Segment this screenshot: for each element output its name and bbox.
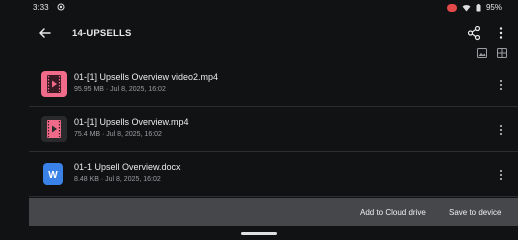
more-options-icon[interactable]	[495, 25, 507, 41]
word-doc-icon: W	[43, 163, 63, 185]
file-name: 01-[1] Upsells Overview video2.mp4	[74, 72, 219, 82]
status-indicators: 95%	[446, 3, 502, 12]
file-row[interactable]: W 01-1 Upsell Overview.docx 8.48 KB · Ju…	[29, 152, 518, 197]
file-row[interactable]: 01-[1] Upsells Overview video2.mp4 95.95…	[29, 62, 518, 107]
add-to-cloud-drive-button[interactable]: Add to Cloud drive	[360, 208, 426, 217]
file-row[interactable]: 01-[1] Upsells Overview.mp4 75.4 MB · Ju…	[29, 107, 518, 152]
file-meta: 95.95 MB · Jul 8, 2025, 16:02	[74, 86, 166, 93]
app-header: 14-UPSELLS	[0, 20, 518, 46]
wifi-icon	[462, 4, 471, 11]
grid-view-icon[interactable]	[497, 48, 507, 58]
back-arrow-icon[interactable]	[37, 25, 53, 41]
view-toggle	[477, 48, 507, 58]
video-file-icon	[41, 71, 67, 97]
more-options-icon[interactable]	[497, 168, 505, 182]
file-list: 01-[1] Upsells Overview video2.mp4 95.95…	[29, 62, 518, 197]
location-icon	[57, 3, 65, 11]
svg-text:W: W	[48, 170, 58, 181]
more-options-icon[interactable]	[497, 78, 505, 92]
status-bar: 3:33 95%	[0, 0, 518, 16]
recording-icon	[446, 3, 457, 12]
folder-title: 14-UPSELLS	[72, 28, 132, 39]
image-view-icon[interactable]	[477, 48, 487, 58]
more-options-icon[interactable]	[497, 123, 505, 137]
gesture-nav-handle[interactable]	[241, 232, 277, 235]
share-icon[interactable]	[466, 25, 482, 41]
battery-icon	[476, 3, 481, 11]
save-to-device-button[interactable]: Save to device	[449, 208, 501, 217]
file-name: 01-1 Upsell Overview.docx	[74, 162, 181, 172]
file-meta: 75.4 MB · Jul 8, 2025, 16:02	[74, 131, 162, 138]
status-time: 3:33	[33, 3, 49, 12]
file-name: 01-[1] Upsells Overview.mp4	[74, 117, 189, 127]
file-meta: 8.48 KB · Jul 8, 2025, 16:02	[74, 176, 161, 183]
action-bar: Add to Cloud drive Save to device	[29, 198, 518, 226]
video-file-icon	[41, 116, 67, 142]
battery-percent: 95%	[485, 3, 502, 12]
